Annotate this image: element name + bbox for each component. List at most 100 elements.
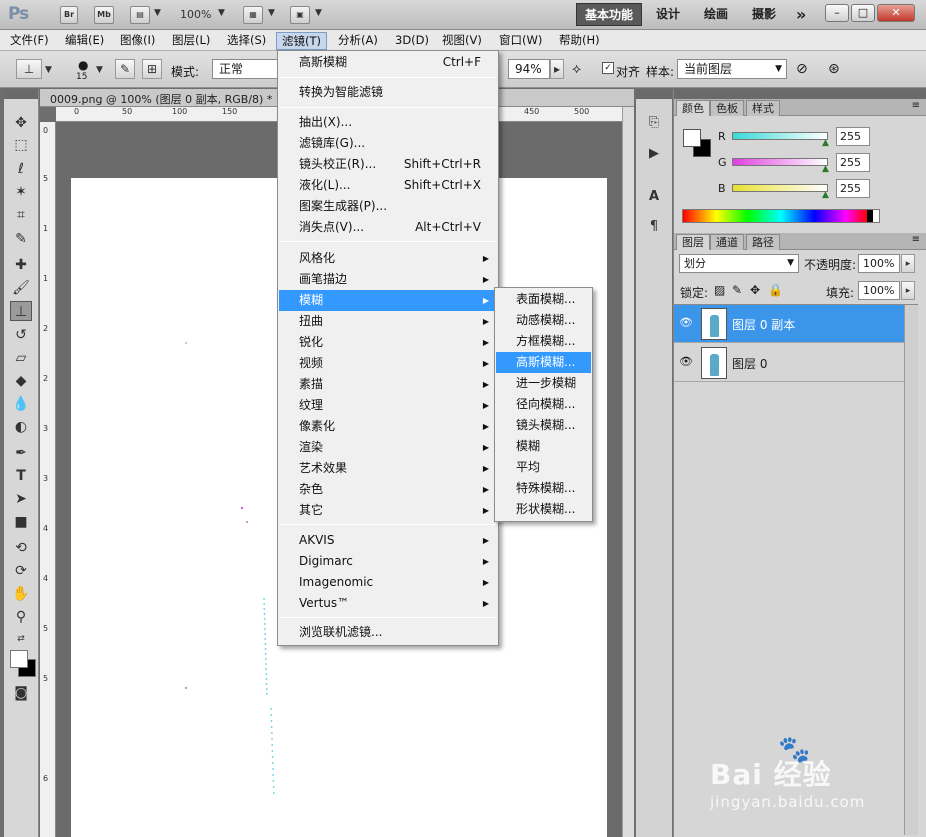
menu-item-pattern-maker[interactable]: 图案生成器(P)...	[279, 196, 497, 217]
chevron-down-icon[interactable]: ▼	[268, 8, 275, 18]
blue-track[interactable]	[732, 184, 828, 192]
lock-position-icon[interactable]: ✥	[750, 283, 760, 297]
lock-transparency-icon[interactable]: ▨	[714, 283, 725, 297]
lock-all-icon[interactable]: 🔒	[768, 283, 783, 297]
submenu-item-smart-blur[interactable]: 特殊模糊...	[496, 478, 591, 499]
tab-layers[interactable]: 图层	[676, 234, 710, 250]
sample-select[interactable]: 当前图层 ▼	[677, 59, 787, 79]
screen-mode-icon[interactable]: ▣	[290, 6, 310, 24]
lasso-tool-icon[interactable]: ℓ	[10, 159, 32, 179]
menu-item-browse-filters-online[interactable]: 浏览联机滤镜...	[279, 622, 497, 643]
extras-icon[interactable]: ▤	[130, 6, 150, 24]
rectangle-tool-icon[interactable]: ■	[10, 512, 32, 532]
magic-wand-tool-icon[interactable]: ✶	[10, 182, 32, 202]
red-thumb[interactable]: ▲	[822, 138, 829, 148]
paragraph-panel-icon[interactable]: ¶	[643, 217, 665, 237]
clone-source-icon[interactable]: ⊞	[142, 59, 162, 79]
zoom-level[interactable]: 100%	[180, 8, 211, 21]
menu-item-video[interactable]: 视频 ▶	[279, 353, 497, 374]
menu-item-pixelate[interactable]: 像素化 ▶	[279, 416, 497, 437]
close-button[interactable]: ✕	[877, 4, 915, 22]
3d-orbit-tool-icon[interactable]: ⟳	[10, 561, 32, 581]
history-panel-icon[interactable]: ⎘	[643, 113, 665, 133]
color-spectrum-ramp[interactable]	[682, 209, 880, 223]
dodge-tool-icon[interactable]: ◐	[10, 417, 32, 437]
red-slider[interactable]: R ▲ 255	[714, 127, 924, 149]
menu-item-sketch[interactable]: 素描 ▶	[279, 374, 497, 395]
chevron-down-icon[interactable]: ▼	[154, 8, 161, 18]
zoom-tool-icon[interactable]: ⚲	[10, 607, 32, 627]
menu-file[interactable]: 文件(F)	[5, 32, 54, 50]
submenu-item-blur[interactable]: 模糊	[496, 436, 591, 457]
menu-image[interactable]: 图像(I)	[115, 32, 160, 50]
flow-slider-button[interactable]: ▸	[550, 59, 564, 79]
3d-rotate-tool-icon[interactable]: ⟲	[10, 538, 32, 558]
green-thumb[interactable]: ▲	[822, 164, 829, 174]
submenu-item-surface-blur[interactable]: 表面模糊...	[496, 289, 591, 310]
menu-analysis[interactable]: 分析(A)	[333, 32, 383, 50]
menu-item-akvis[interactable]: AKVIS ▶	[279, 530, 497, 551]
fill-input[interactable]: 100%	[858, 281, 900, 300]
menu-item-texture[interactable]: 纹理 ▶	[279, 395, 497, 416]
brush-tool-icon[interactable]: 🖌	[10, 278, 32, 298]
menu-layer[interactable]: 图层(L)	[167, 32, 215, 50]
tab-channels[interactable]: 通道	[710, 234, 744, 250]
menu-edit[interactable]: 编辑(E)	[60, 32, 109, 50]
menu-item-convert-smart-filters[interactable]: 转换为智能滤镜	[279, 82, 497, 103]
canvas-vertical-scrollbar[interactable]	[622, 107, 634, 837]
chevron-down-icon[interactable]: ▼	[315, 8, 322, 18]
toolbox-grip[interactable]	[4, 89, 38, 99]
swap-colors-icon[interactable]: ⇄	[10, 629, 32, 649]
more-workspaces-button[interactable]: »	[788, 3, 814, 26]
bridge-button[interactable]: Br	[60, 6, 78, 24]
brush-tip-icon[interactable]: ●	[78, 58, 88, 72]
menu-item-imagenomic[interactable]: Imagenomic ▶	[279, 572, 497, 593]
tab-styles[interactable]: 样式	[746, 100, 780, 116]
menu-filter[interactable]: 滤镜(T)	[276, 32, 327, 50]
menu-item-noise[interactable]: 杂色 ▶	[279, 479, 497, 500]
path-selection-tool-icon[interactable]: ➤	[10, 489, 32, 509]
menu-item-artistic[interactable]: 艺术效果 ▶	[279, 458, 497, 479]
menu-item-last-filter[interactable]: 高斯模糊 Ctrl+F	[279, 52, 497, 73]
color-swatches[interactable]	[8, 647, 40, 679]
panel-menu-icon[interactable]: ≡	[912, 234, 920, 245]
clone-stamp-tool-preset-icon[interactable]: ⊥	[16, 59, 42, 79]
strip-grip[interactable]	[636, 89, 672, 99]
workspace-essentials[interactable]: 基本功能	[576, 3, 643, 26]
aligned-checkbox[interactable]: ✓	[602, 62, 614, 74]
layer-row[interactable]: 👁 图层 0	[674, 344, 904, 382]
airbrush-icon[interactable]: ⟡	[572, 61, 581, 77]
character-panel-icon[interactable]: A	[643, 187, 665, 207]
menu-view[interactable]: 视图(V)	[437, 32, 487, 50]
workspace-design[interactable]: 设计	[648, 3, 688, 26]
panel-menu-icon[interactable]: ≡	[912, 100, 920, 111]
menu-help[interactable]: 帮助(H)	[554, 32, 605, 50]
healing-brush-tool-icon[interactable]: ✚	[10, 255, 32, 275]
pen-tool-icon[interactable]: ✒	[10, 443, 32, 463]
maximize-button[interactable]: □	[851, 4, 875, 22]
move-tool-icon[interactable]: ✥	[10, 113, 32, 133]
submenu-item-blur-more[interactable]: 进一步模糊	[496, 373, 591, 394]
crop-tool-icon[interactable]: ⌗	[10, 205, 32, 225]
menu-item-stylize[interactable]: 风格化 ▶	[279, 248, 497, 269]
menu-item-vanishing-point[interactable]: 消失点(V)... Alt+Ctrl+V	[279, 217, 497, 238]
layers-scrollbar[interactable]	[904, 305, 918, 835]
blue-value-input[interactable]: 255	[836, 179, 870, 198]
quick-mask-icon[interactable]: ◙	[10, 683, 32, 703]
submenu-item-shape-blur[interactable]: 形状模糊...	[496, 499, 591, 520]
green-value-input[interactable]: 255	[836, 153, 870, 172]
visibility-eye-icon[interactable]: 👁	[678, 355, 694, 371]
red-track[interactable]	[732, 132, 828, 140]
menu-item-lens-correction[interactable]: 镜头校正(R)... Shift+Ctrl+R	[279, 154, 497, 175]
green-slider[interactable]: G ▲ 255	[714, 153, 924, 175]
foreground-color-swatch[interactable]	[10, 650, 28, 668]
mini-bridge-button[interactable]: Mb	[94, 6, 114, 24]
chevron-down-icon[interactable]: ▼	[218, 8, 225, 18]
menu-item-other[interactable]: 其它 ▶	[279, 500, 497, 521]
history-brush-tool-icon[interactable]: ↺	[10, 325, 32, 345]
flow-input[interactable]: 94%	[508, 59, 550, 79]
menu-item-blur[interactable]: 模糊 ▶	[279, 290, 497, 311]
eyedropper-tool-icon[interactable]: ✎	[10, 229, 32, 249]
pressure-icon[interactable]: ⊛	[828, 61, 840, 77]
paint-bucket-tool-icon[interactable]: ◆	[10, 371, 32, 391]
